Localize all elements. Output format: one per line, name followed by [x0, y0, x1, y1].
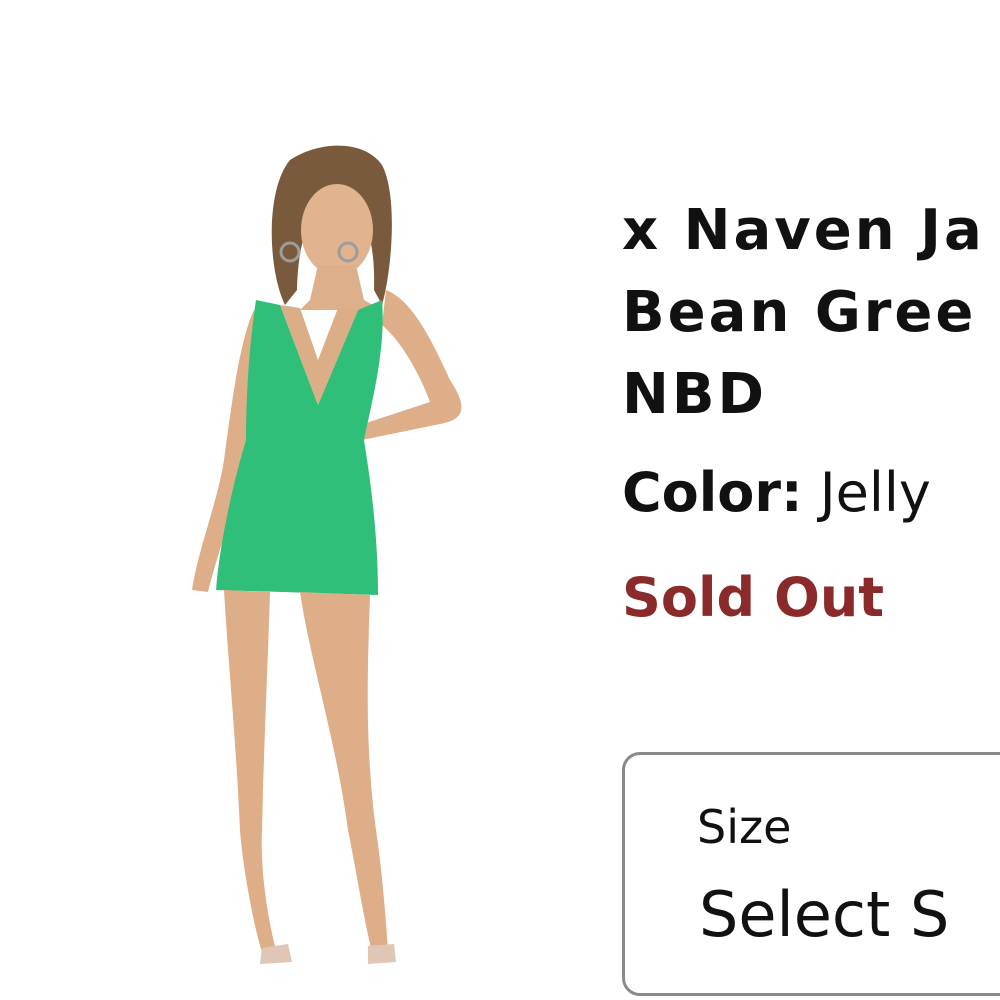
- right-shoe: [368, 944, 396, 964]
- model-face: [301, 184, 373, 276]
- color-value: Jelly: [819, 461, 931, 524]
- product-title-line: Bean Gree: [622, 280, 977, 345]
- size-select-value: Select S: [699, 878, 950, 951]
- product-title: x Naven Ja Bean Gree NBD: [622, 190, 1000, 436]
- product-details: x Naven Ja Bean Gree NBD: [622, 190, 1000, 436]
- stock-status: Sold Out: [622, 566, 885, 629]
- model-right-leg: [300, 592, 388, 952]
- size-select[interactable]: Size Select S: [622, 752, 1000, 996]
- product-page: x Naven Ja Bean Gree NBD Color: Jelly So…: [0, 0, 1000, 1000]
- product-image[interactable]: [150, 140, 530, 970]
- size-label: Size: [697, 800, 792, 854]
- color-info: Color: Jelly: [622, 458, 931, 528]
- color-label: Color:: [622, 461, 803, 524]
- product-title-line: NBD: [622, 362, 768, 427]
- model-neck: [300, 265, 382, 310]
- model-left-leg: [224, 590, 276, 952]
- product-title-line: x Naven Ja: [622, 198, 985, 263]
